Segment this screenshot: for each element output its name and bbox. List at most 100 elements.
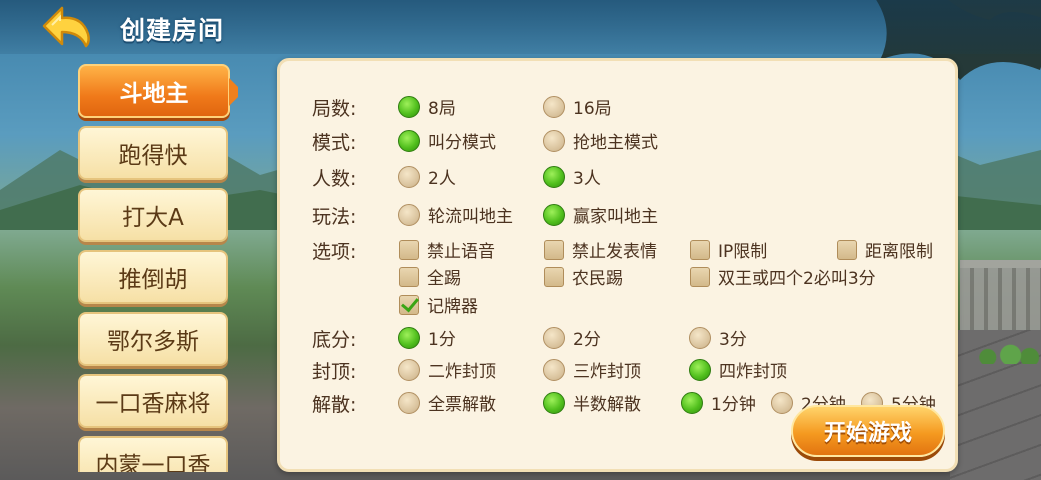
option-label: 2人 bbox=[428, 169, 456, 189]
option-label: 1分钟 bbox=[711, 395, 756, 415]
extras-option-nongminti[interactable]: 农民踢 bbox=[544, 264, 623, 289]
radio-selected bbox=[398, 95, 420, 118]
radio-unselected bbox=[771, 391, 793, 414]
checkbox-unchecked bbox=[544, 266, 564, 287]
dissolve-option-all-vote[interactable]: 全票解散 bbox=[398, 390, 496, 415]
extras-option-no-emoji[interactable]: 禁止发表情 bbox=[544, 237, 657, 262]
option-label: 8局 bbox=[428, 99, 456, 119]
top-bar: 创建房间 bbox=[0, 0, 1041, 54]
tab-yikouxiang-majiang[interactable]: 一口香麻将 bbox=[78, 374, 228, 428]
tab-neimeng-yikouxiang[interactable]: 内蒙一口香 bbox=[78, 436, 228, 472]
start-game-label: 开始游戏 bbox=[823, 421, 912, 446]
background-railing bbox=[960, 260, 1041, 330]
option-label: 二炸封顶 bbox=[428, 362, 496, 382]
option-label: 禁止语音 bbox=[427, 242, 495, 262]
option-label: 抢地主模式 bbox=[573, 133, 658, 153]
option-label: 三炸封顶 bbox=[573, 362, 641, 382]
mode-option-qiangdizhu[interactable]: 抢地主模式 bbox=[543, 128, 658, 153]
base-score-option-2[interactable]: 2分 bbox=[543, 325, 601, 350]
base-score-label: 底分: bbox=[312, 329, 357, 351]
rounds-option-8[interactable]: 8局 bbox=[398, 94, 456, 119]
checkbox-unchecked bbox=[837, 239, 857, 260]
radio-unselected bbox=[398, 391, 420, 414]
option-label: 2分 bbox=[573, 330, 601, 350]
extras-option-quanti[interactable]: 全踢 bbox=[399, 264, 461, 289]
checkbox-unchecked bbox=[399, 239, 419, 260]
mode-option-jiaofen[interactable]: 叫分模式 bbox=[398, 128, 496, 153]
radio-selected bbox=[689, 358, 711, 381]
game-tab-list: 斗地主 跑得快 打大A 推倒胡 鄂尔多斯 一口香麻将 内蒙一口香 bbox=[72, 58, 238, 472]
back-button[interactable] bbox=[38, 4, 94, 48]
option-label: 距离限制 bbox=[865, 242, 933, 262]
play-option-lunliu[interactable]: 轮流叫地主 bbox=[398, 202, 513, 227]
start-game-button[interactable]: 开始游戏 bbox=[791, 405, 945, 457]
radio-unselected bbox=[398, 165, 420, 188]
checkbox-unchecked bbox=[399, 266, 419, 287]
option-label: 1分 bbox=[428, 330, 456, 350]
tab-tuidaohu[interactable]: 推倒胡 bbox=[78, 250, 228, 304]
play-option-yingjia[interactable]: 赢家叫地主 bbox=[543, 202, 658, 227]
back-arrow-icon bbox=[42, 6, 90, 48]
extras-option-shuangwang[interactable]: 双王或四个2必叫3分 bbox=[690, 264, 876, 289]
cap-option-two-bombs[interactable]: 二炸封顶 bbox=[398, 357, 496, 382]
cap-option-three-bombs[interactable]: 三炸封顶 bbox=[543, 357, 641, 382]
base-score-option-3[interactable]: 3分 bbox=[689, 325, 747, 350]
radio-selected bbox=[681, 391, 703, 414]
option-label: 四炸封顶 bbox=[719, 362, 787, 382]
option-label: 半数解散 bbox=[573, 395, 641, 415]
mode-label: 模式: bbox=[312, 132, 357, 154]
radio-unselected bbox=[543, 95, 565, 118]
extras-option-ip-limit[interactable]: IP限制 bbox=[690, 237, 767, 262]
option-label: 3分 bbox=[719, 330, 747, 350]
background-grass bbox=[965, 342, 1041, 364]
checkbox-unchecked bbox=[690, 239, 710, 260]
rounds-label: 局数: bbox=[312, 98, 357, 120]
page-title: 创建房间 bbox=[120, 16, 225, 45]
option-label: IP限制 bbox=[718, 242, 768, 262]
option-label: 轮流叫地主 bbox=[428, 207, 513, 227]
radio-unselected bbox=[398, 358, 420, 381]
tab-dada[interactable]: 打大A bbox=[78, 188, 228, 242]
option-label: 全踢 bbox=[427, 269, 461, 289]
option-label: 赢家叫地主 bbox=[573, 207, 658, 227]
tab-eerduosi[interactable]: 鄂尔多斯 bbox=[78, 312, 228, 366]
play-label: 玩法: bbox=[312, 206, 357, 228]
option-label: 农民踢 bbox=[572, 269, 623, 289]
players-label: 人数: bbox=[312, 168, 357, 190]
checkbox-unchecked bbox=[690, 266, 710, 287]
checkbox-checked bbox=[399, 294, 419, 315]
dissolve-label: 解散: bbox=[312, 394, 357, 416]
option-label: 16局 bbox=[573, 99, 612, 119]
radio-selected bbox=[398, 129, 420, 152]
option-label: 叫分模式 bbox=[428, 133, 496, 153]
dissolve-option-half-vote[interactable]: 半数解散 bbox=[543, 390, 641, 415]
option-label: 全票解散 bbox=[428, 395, 496, 415]
rounds-option-16[interactable]: 16局 bbox=[543, 94, 612, 119]
extras-option-distance-limit[interactable]: 距离限制 bbox=[837, 237, 933, 262]
radio-unselected bbox=[398, 203, 420, 226]
tab-paodekuai[interactable]: 跑得快 bbox=[78, 126, 228, 180]
radio-unselected bbox=[543, 129, 565, 152]
option-label: 双王或四个2必叫3分 bbox=[718, 269, 876, 289]
radio-unselected bbox=[543, 358, 565, 381]
radio-selected bbox=[543, 391, 565, 414]
extras-label: 选项: bbox=[312, 241, 357, 263]
option-label: 禁止发表情 bbox=[572, 242, 657, 262]
radio-unselected bbox=[689, 326, 711, 349]
tab-doudizhu[interactable]: 斗地主 bbox=[78, 64, 238, 118]
radio-unselected bbox=[543, 326, 565, 349]
option-label: 记牌器 bbox=[427, 297, 478, 317]
players-option-2[interactable]: 2人 bbox=[398, 164, 456, 189]
base-score-option-1[interactable]: 1分 bbox=[398, 325, 456, 350]
cap-option-four-bombs[interactable]: 四炸封顶 bbox=[689, 357, 787, 382]
dissolve-time-option-1min[interactable]: 1分钟 bbox=[681, 390, 756, 415]
cap-label: 封顶: bbox=[312, 361, 357, 383]
checkbox-unchecked bbox=[544, 239, 564, 260]
players-option-3[interactable]: 3人 bbox=[543, 164, 601, 189]
option-label: 3人 bbox=[573, 169, 601, 189]
radio-selected bbox=[398, 326, 420, 349]
extras-option-card-counter[interactable]: 记牌器 bbox=[399, 292, 478, 317]
radio-selected bbox=[543, 203, 565, 226]
radio-selected bbox=[543, 165, 565, 188]
extras-option-no-voice[interactable]: 禁止语音 bbox=[399, 237, 495, 262]
